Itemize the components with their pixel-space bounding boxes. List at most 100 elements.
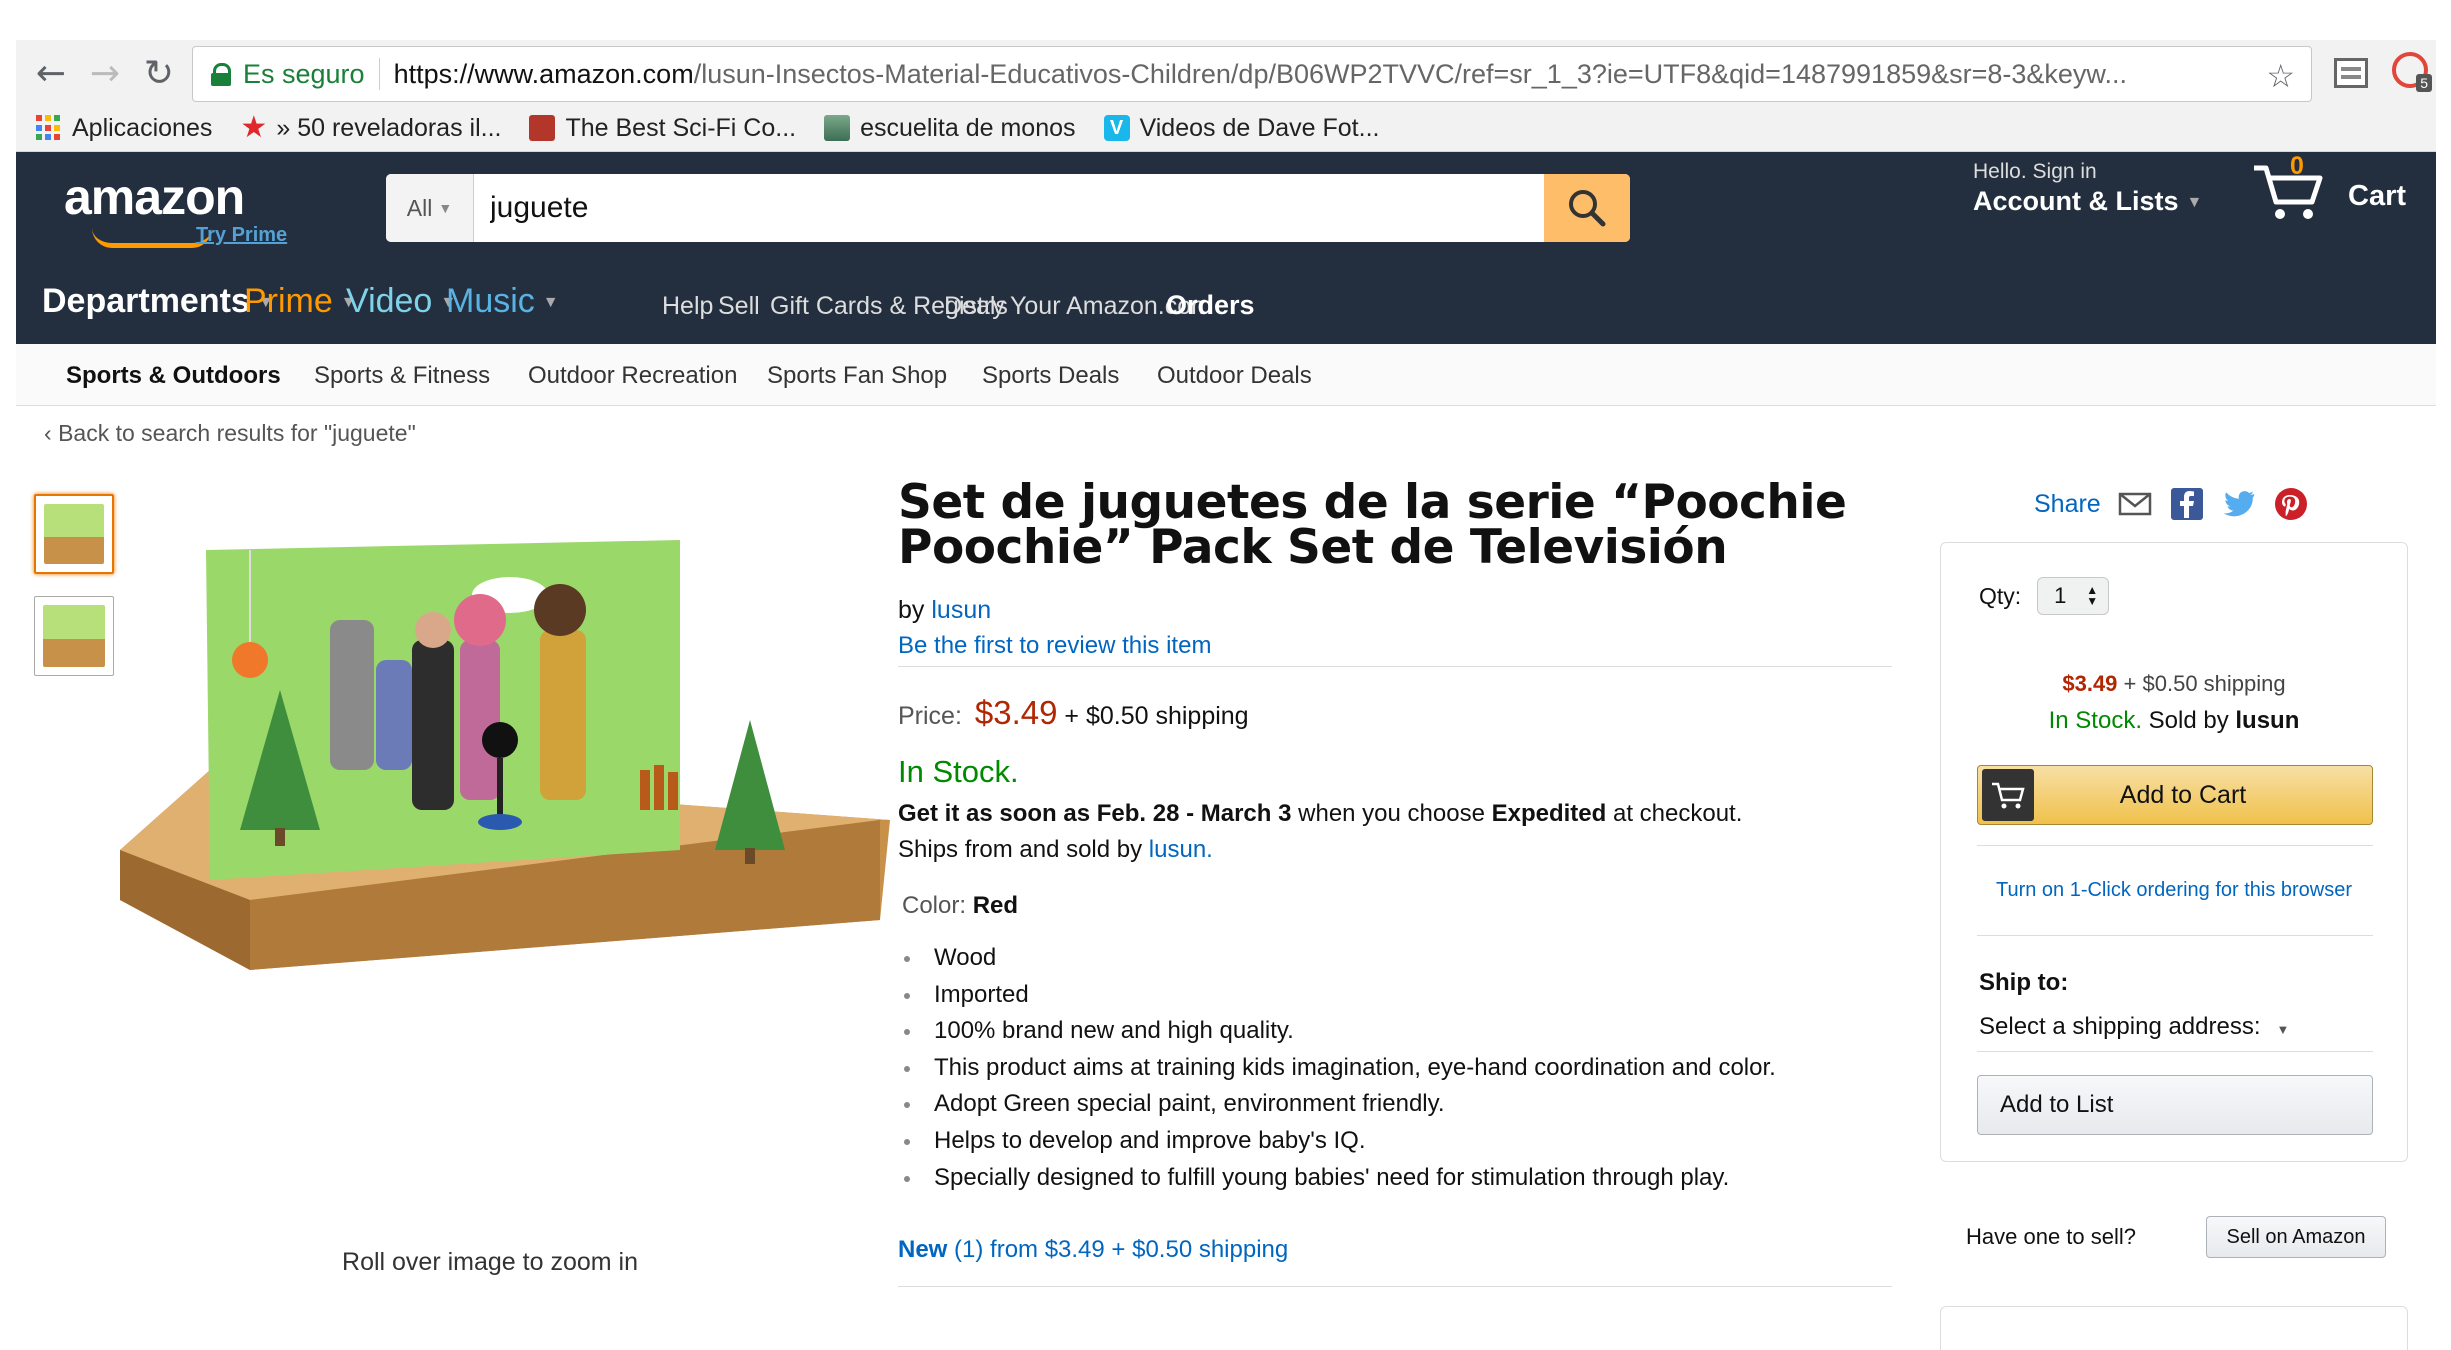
divider — [1977, 935, 2373, 936]
address-bar[interactable]: Es seguro https://www.amazon.com/lusun-I… — [192, 46, 2312, 102]
add-to-cart-button[interactable]: Add to Cart — [1977, 765, 2373, 825]
orders-link[interactable]: Orders — [1166, 290, 1255, 321]
bookmark-label: The Best Sci-Fi Co... — [565, 113, 797, 142]
product-title: Set de juguetes de la serie “Poochie Poo… — [898, 475, 1847, 575]
share-row: Share — [2034, 486, 2309, 522]
search-icon — [1569, 190, 1606, 227]
star-icon: ★ — [240, 110, 268, 145]
delivery-dates: Get it as soon as Feb. 28 - March 3 — [898, 800, 1292, 827]
color-selection: Color: Red — [902, 892, 1018, 920]
help-link[interactable]: Help — [662, 292, 713, 321]
new-offers-detail: (1) from $3.49 + $0.50 shipping — [947, 1236, 1289, 1263]
feature-bullets: Wood Imported 100% brand new and high qu… — [902, 944, 1776, 1200]
search-button[interactable] — [1544, 174, 1630, 242]
color-label: Color: — [902, 892, 967, 919]
url-path: /lusun-Insectos-Material-Educativos-Chil… — [693, 58, 2127, 89]
search-category-select[interactable]: All ▼ — [386, 174, 474, 242]
subnav-outdoor-recreation[interactable]: Outdoor Recreation — [528, 362, 737, 390]
chevron-down-icon: ▼ — [2276, 1022, 2290, 1037]
sold-by-label: Sold by — [2141, 707, 2236, 734]
search-bar: All ▼ — [386, 174, 1630, 242]
reload-icon[interactable]: ↻ — [138, 52, 180, 94]
divider — [898, 1286, 1892, 1287]
pinterest-icon[interactable] — [2273, 486, 2309, 522]
back-to-results-link[interactable]: ‹ Back to search results for "juguete" — [44, 420, 416, 447]
subnav-sports-deals[interactable]: Sports Deals — [982, 362, 1119, 390]
bookmark-label: Aplicaciones — [72, 113, 213, 142]
music-label: Music — [446, 282, 535, 320]
secondary-box — [1940, 1306, 2408, 1350]
chevron-down-icon: ▼ — [542, 294, 559, 312]
new-offers-link[interactable]: New (1) from $3.49 + $0.50 shipping — [898, 1236, 1288, 1264]
subnav-sports-fan-shop[interactable]: Sports Fan Shop — [767, 362, 947, 390]
subnav-sports-outdoors[interactable]: Sports & Outdoors — [66, 362, 281, 390]
ship-to-label: Ship to: — [1979, 969, 2069, 996]
share-label: Share — [2034, 489, 2101, 518]
search-input[interactable] — [474, 174, 1544, 242]
bookmark-item[interactable]: escuelita de monos — [824, 113, 1076, 143]
product-main-image[interactable] — [120, 520, 890, 1000]
chevron-left-icon: ‹ — [44, 420, 52, 446]
product-thumbnail[interactable] — [34, 596, 114, 676]
cart-label: Cart — [2348, 180, 2407, 212]
ship-address-label: Select a shipping address: — [1979, 1013, 2261, 1040]
add-to-list-button[interactable]: Add to List — [1977, 1075, 2373, 1135]
amazon-logo[interactable]: amazon Try Prime — [64, 168, 287, 248]
list-item: Imported — [902, 981, 1776, 1018]
extension-badge-icon[interactable]: 5 — [2392, 52, 2432, 92]
deals-link[interactable]: Deals — [944, 292, 1008, 321]
bookmark-star-icon[interactable]: ☆ — [2266, 57, 2295, 95]
email-icon[interactable] — [2117, 486, 2153, 522]
extension-reader-icon[interactable] — [2334, 58, 2368, 88]
bookmark-item[interactable]: The Best Sci-Fi Co... — [529, 114, 796, 143]
delivery-suffix: at checkout. — [1606, 800, 1743, 827]
updown-arrows-icon: ▲ ▼ — [2086, 583, 2099, 608]
subnav-sports-fitness[interactable]: Sports & Fitness — [314, 362, 490, 390]
music-menu[interactable]: Music ▼ — [446, 282, 559, 321]
seller-link[interactable]: lusun. — [1149, 836, 1213, 863]
bookmark-item[interactable]: V Videos de Dave Fot... — [1103, 113, 1380, 143]
delivery-estimate: Get it as soon as Feb. 28 - March 3 when… — [898, 800, 1742, 828]
thumbnail-image — [44, 504, 104, 564]
product-thumbnail[interactable] — [34, 494, 114, 574]
cart-count: 0 — [2290, 152, 2304, 180]
departments-menu[interactable]: Departments ▼ — [42, 282, 274, 321]
quantity-value: 1 — [2054, 583, 2067, 608]
apps-icon — [36, 115, 62, 141]
bookmarks-bar: Aplicaciones ★ » 50 reveladoras il... Th… — [36, 108, 1407, 148]
quantity-select[interactable]: 1 ▲ ▼ — [2037, 577, 2110, 615]
have-one-to-sell-label: Have one to sell? — [1966, 1224, 2136, 1249]
main-nav: Departments ▼ Prime ▼ Video ▼ Music ▼ Help S… — [16, 270, 2436, 330]
subnav-outdoor-deals[interactable]: Outdoor Deals — [1157, 362, 1312, 390]
bookmark-label: escuelita de monos — [860, 113, 1076, 142]
bookmark-label: » 50 reveladoras il... — [276, 113, 502, 142]
video-menu[interactable]: Video ▼ — [346, 282, 456, 321]
twitter-icon[interactable] — [2221, 486, 2257, 522]
site-header: amazon Try Prime All ▼ Departments▼ Prim… — [16, 152, 2436, 344]
cart-button[interactable]: 0 Cart — [2250, 152, 2406, 227]
sell-on-amazon-button[interactable]: Sell on Amazon — [2206, 1216, 2386, 1258]
try-prime-link[interactable]: Try Prime — [196, 224, 287, 247]
price-row: Price: $3.49 + $0.50 shipping — [898, 694, 1249, 732]
category-subnav: Sports & Outdoors Sports & Fitness Outdo… — [16, 344, 2436, 406]
one-click-link[interactable]: Turn on 1-Click ordering for this browse… — [1941, 879, 2407, 902]
ships-from: Ships from and sold by lusun. — [898, 836, 1213, 864]
search-category-label: All — [406, 194, 433, 221]
ship-address-select[interactable]: Select a shipping address: ▼ — [1979, 1013, 2289, 1041]
by-label: by — [898, 596, 925, 624]
bookmark-label: Videos de Dave Fot... — [1139, 113, 1380, 142]
account-menu[interactable]: Hello. Sign in Account & Lists ▼ — [1973, 160, 2202, 217]
buybox-price: $3.49 + $0.50 shipping — [1941, 671, 2407, 697]
prime-menu[interactable]: Prime ▼ — [244, 282, 357, 321]
forward-arrow-icon[interactable]: → — [84, 52, 126, 94]
review-link[interactable]: Be the first to review this item — [898, 632, 1211, 660]
sell-link[interactable]: Sell — [718, 292, 760, 321]
extension-badge-count: 5 — [2416, 74, 2432, 92]
stock-status: In Stock. — [898, 754, 1019, 789]
back-arrow-icon[interactable]: ← — [30, 52, 72, 94]
bookmark-apps[interactable]: Aplicaciones — [36, 114, 212, 143]
bookmark-item[interactable]: ★ » 50 reveladoras il... — [240, 110, 502, 145]
brand-link[interactable]: lusun — [931, 596, 991, 624]
facebook-icon[interactable] — [2169, 486, 2205, 522]
list-item: Adopt Green special paint, environment f… — [902, 1090, 1776, 1127]
